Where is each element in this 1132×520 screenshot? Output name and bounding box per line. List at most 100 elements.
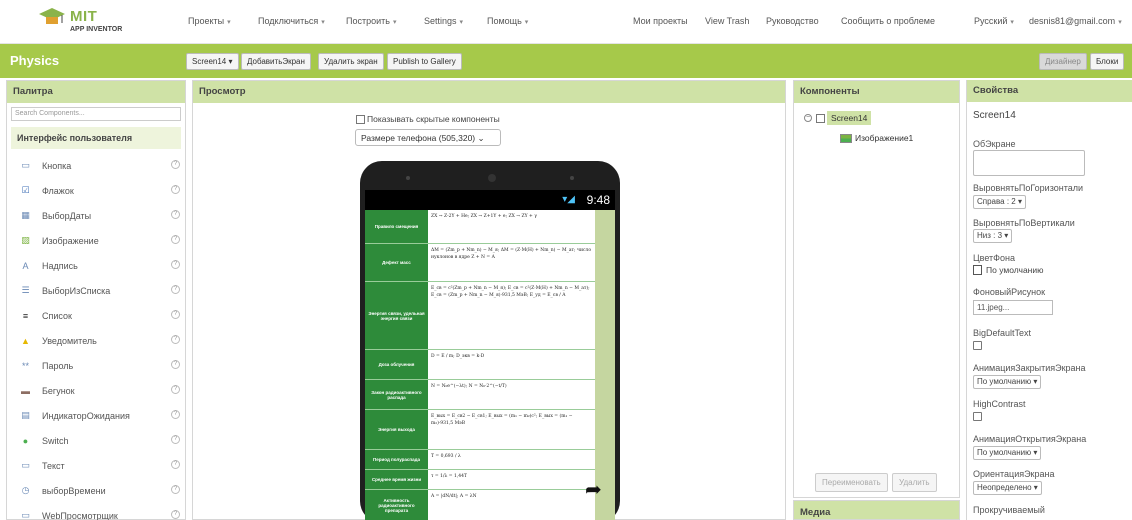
palette-item[interactable]: ☰ ВыборИзСписка? (7, 278, 185, 303)
help-icon[interactable]: ? (171, 485, 180, 494)
help-icon[interactable]: ? (171, 160, 180, 169)
palette-item[interactable]: ▭ Кнопка? (7, 153, 185, 178)
palette-item[interactable]: ▭ Текст? (7, 453, 185, 478)
help-icon[interactable]: ? (171, 460, 180, 469)
help-icon[interactable]: ? (171, 360, 180, 369)
checkbox-icon: ☑ (21, 185, 30, 195)
palette-category[interactable]: Интерфейс пользователя (11, 127, 181, 149)
palette-item[interactable]: ☑ Флажок? (7, 178, 185, 203)
help-icon[interactable]: ? (171, 410, 180, 419)
link-guide[interactable]: Руководство (766, 16, 819, 26)
palette-item[interactable]: ● Switch? (7, 428, 185, 453)
open-animation-select[interactable]: По умолчанию ▾ (973, 446, 1042, 460)
help-icon[interactable]: ? (171, 285, 180, 294)
chevron-down-icon: ▾ (524, 19, 529, 26)
label-icon: A (22, 260, 29, 271)
show-hidden-toggle[interactable]: Показывать скрытые компоненты (356, 114, 500, 124)
horizontal-align-label: ВыровнятьПоГоризонтали (973, 183, 1084, 193)
background-color-picker[interactable]: По умолчанию (973, 265, 1043, 275)
help-icon[interactable]: ? (171, 510, 180, 519)
palette-item[interactable]: ▲ Уведомитель? (7, 328, 185, 353)
rename-button[interactable]: Переименовать (815, 473, 888, 492)
wifi-signal-icon: ▾◢ (562, 194, 575, 205)
background-image-field[interactable]: 11.jpeg... (973, 300, 1053, 315)
help-icon[interactable]: ? (171, 185, 180, 194)
phone-size-select[interactable]: Размере телефона (505,320) ⌄ (355, 129, 501, 146)
designer-button[interactable]: Дизайнер (1039, 53, 1087, 70)
phone-speaker-camera (406, 174, 574, 182)
menu-help[interactable]: Помощь ▾ (487, 16, 528, 26)
formula-row-label: Период полураспада (365, 450, 428, 469)
link-view-trash[interactable]: View Trash (705, 16, 749, 26)
palette-item-label: Бегунок (42, 385, 75, 396)
palette-list: ▭ Кнопка? ☑ Флажок? ▦ ВыборДаты? ▨ Изображение?… (7, 153, 185, 520)
menu-settings[interactable]: Settings ▾ (424, 16, 463, 26)
language-menu[interactable]: Русский ▾ (974, 16, 1014, 26)
palette-item-label: Уведомитель (42, 335, 97, 346)
component-search-input[interactable]: Search Components... (11, 107, 181, 121)
big-default-text-checkbox[interactable] (973, 341, 982, 350)
phone-status-bar: ▾◢ 9:48 (365, 190, 615, 210)
phone-preview: ▾◢ 9:48 Правило смещения ZX → Z-2Y + He; … (360, 161, 620, 520)
orientation-select[interactable]: Неопределено ▾ (973, 481, 1042, 495)
help-icon[interactable]: ? (171, 335, 180, 344)
menu-connect[interactable]: Подключиться ▾ (258, 16, 325, 26)
palette-item[interactable]: ** Пароль? (7, 353, 185, 378)
publish-gallery-button[interactable]: Publish to Gallery (387, 53, 462, 70)
components-panel: Компоненты − Screen14 Изображение1 Переи… (793, 80, 960, 498)
palette-item[interactable]: ≡ Список? (7, 303, 185, 328)
palette-item[interactable]: ▤ ИндикаторОжидания? (7, 403, 185, 428)
add-screen-button[interactable]: ДобавитьЭкран (241, 53, 311, 70)
image-icon (840, 133, 852, 143)
help-icon[interactable]: ? (171, 310, 180, 319)
palette-item[interactable]: ▬ Бегунок? (7, 378, 185, 403)
palette-item[interactable]: ◷ выборВремени? (7, 478, 185, 503)
screen-select[interactable]: Screen14 ▾ (186, 53, 239, 70)
back-arrow-icon[interactable]: ➦ (585, 477, 602, 502)
high-contrast-checkbox[interactable] (973, 412, 982, 421)
palette-item[interactable]: ▨ Изображение? (7, 228, 185, 253)
help-icon[interactable]: ? (171, 385, 180, 394)
chevron-down-icon: ▾ (227, 19, 231, 26)
screen-icon (816, 113, 825, 123)
remove-screen-button[interactable]: Удалить экран (318, 53, 384, 70)
link-report-issue[interactable]: Сообщить о проблеме (841, 16, 935, 26)
delete-button[interactable]: Удалить (892, 473, 937, 492)
show-hidden-checkbox[interactable] (356, 114, 365, 124)
tree-node-screen[interactable]: − Screen14 (804, 111, 913, 125)
formula-row-label: Доза облучения (365, 350, 428, 379)
formula-row-formula: ΔM = (Zm_p + Nm_n) − M_я; ΔM = (Z·M(H) +… (431, 248, 592, 260)
collapse-icon[interactable]: − (804, 114, 812, 122)
tree-node-image[interactable]: Изображение1 (840, 133, 913, 143)
vertical-align-select[interactable]: Низ : 3 ▾ (973, 229, 1013, 243)
help-icon[interactable]: ? (171, 435, 180, 444)
formula-row: Среднее время жизни τ = 1/λ = 1,44T (365, 470, 595, 490)
help-icon[interactable]: ? (171, 210, 180, 219)
viewer-panel: Просмотр Показывать скрытые компоненты Р… (192, 80, 786, 520)
about-screen-field[interactable] (973, 150, 1085, 176)
close-animation-select[interactable]: По умолчанию ▾ (973, 375, 1042, 389)
account-menu[interactable]: desnis81@gmail.com ▾ (1029, 16, 1122, 26)
webviewer-icon: ▭ (21, 510, 30, 520)
menu-build[interactable]: Построить ▾ (346, 16, 396, 26)
horizontal-align-select[interactable]: Справа : 2 ▾ (973, 195, 1026, 209)
listview-icon: ≡ (22, 310, 29, 321)
switch-icon: ● (22, 435, 29, 446)
help-icon[interactable]: ? (171, 260, 180, 269)
palette-item[interactable]: ▭ WebПросмотрщик? (7, 503, 185, 520)
palette-item[interactable]: A Надпись? (7, 253, 185, 278)
palette-item-label: Изображение (42, 235, 99, 246)
project-toolbar: Physics Screen14 ▾ ДобавитьЭкран Удалить… (0, 44, 1132, 78)
formula-row: Правило смещения ZX → Z-2Y + He; ZX → Z+1… (365, 210, 595, 244)
phone-screen[interactable]: ▾◢ 9:48 Правило смещения ZX → Z-2Y + He; … (365, 190, 615, 520)
timepicker-icon: ◷ (21, 485, 30, 495)
menu-projects[interactable]: Проекты ▾ (188, 16, 231, 26)
formula-row-formula: N = N₀e^(−λt); N = N₀·2^(−t/T) (431, 384, 507, 389)
link-my-projects[interactable]: Мои проекты (633, 16, 688, 26)
app-inventor-logo[interactable]: MIT APP INVENTOR (38, 6, 128, 38)
palette-item-label: Надпись (42, 260, 78, 271)
formula-row: Доза облучения D = E / m; D_экв = k·D (365, 350, 595, 380)
blocks-button[interactable]: Блоки (1090, 53, 1125, 70)
palette-item[interactable]: ▦ ВыборДаты? (7, 203, 185, 228)
help-icon[interactable]: ? (171, 235, 180, 244)
